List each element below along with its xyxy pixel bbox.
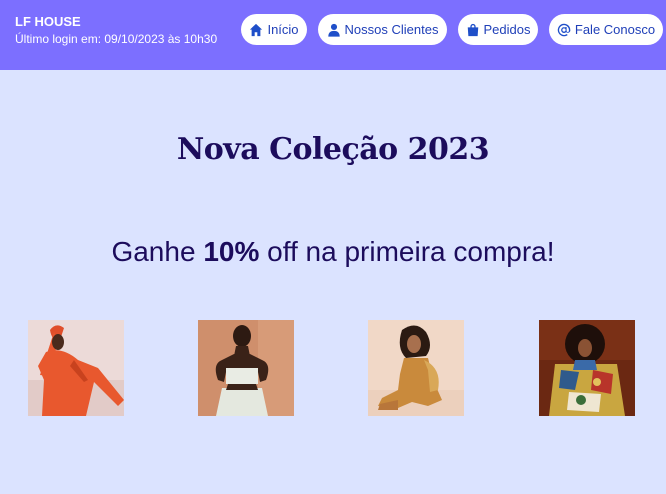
nav-inicio-label: Início: [267, 22, 299, 37]
product-photo-3[interactable]: [368, 320, 464, 416]
brand-block: LF HOUSE Último login em: 09/10/2023 às …: [15, 14, 217, 47]
nav-pedidos-button[interactable]: Pedidos: [458, 14, 538, 45]
product-photo-4[interactable]: [539, 320, 635, 416]
product-photo-2[interactable]: [198, 320, 294, 416]
promo-text: Ganhe 10% off na primeira compra!: [0, 236, 666, 268]
last-login-text: Último login em: 09/10/2023 às 10h30: [15, 32, 218, 46]
top-navbar: LF HOUSE Último login em: 09/10/2023 às …: [0, 0, 666, 70]
nav-fale-label: Fale Conosco: [574, 22, 656, 37]
nav-pedidos-label: Pedidos: [483, 22, 531, 37]
nav-inicio-button[interactable]: Início: [241, 14, 307, 45]
product-photo-1[interactable]: [28, 320, 124, 416]
promo-prefix: Ganhe: [111, 236, 204, 267]
nav-clientes-button[interactable]: Nossos Clientes: [318, 14, 447, 45]
user-icon: [327, 23, 340, 37]
brand-name: LF HOUSE: [15, 14, 81, 29]
page-title: Nova Coleção 2023: [176, 132, 490, 167]
home-icon: [250, 23, 263, 36]
at-icon: [557, 23, 571, 36]
promo-highlight: 10%: [203, 236, 260, 267]
shopping-bag-icon: [467, 23, 478, 36]
promo-suffix: off na primeira compra!: [259, 236, 555, 267]
nav-fale-conosco-button[interactable]: Fale Conosco: [549, 14, 663, 45]
nav-clientes-label: Nossos Clientes: [344, 22, 439, 37]
